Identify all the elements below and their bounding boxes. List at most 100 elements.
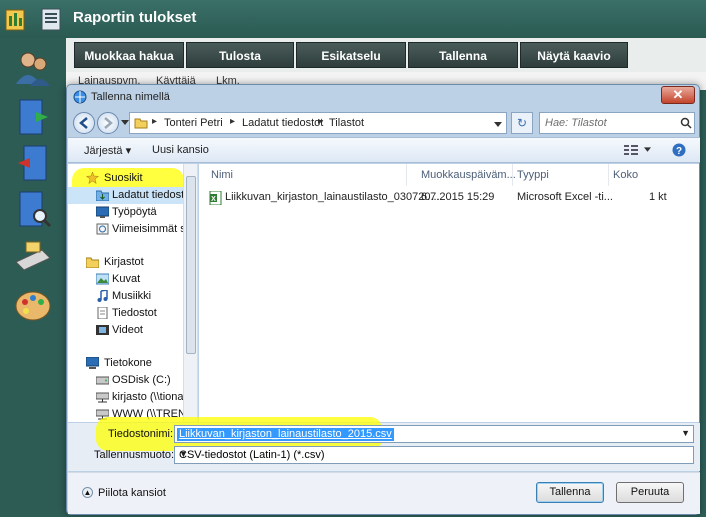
scanner-icon[interactable]	[12, 236, 54, 278]
column-size[interactable]: Koko	[613, 164, 673, 186]
breadcrumb-statistics[interactable]: Tilastot	[329, 117, 364, 129]
users-icon[interactable]	[12, 48, 54, 90]
file-row[interactable]: X Liikkuvan_kirjaston_lainaustilasto_030…	[209, 190, 695, 206]
column-type[interactable]: Tyyppi	[517, 164, 609, 186]
forward-button[interactable]	[97, 112, 119, 134]
chevron-down-icon[interactable]: ▼	[179, 449, 690, 459]
save-as-dialog: Tallenna nimellä ✕ ▸ Tonteri Petri ▸ Lad…	[66, 84, 700, 515]
chevron-down-icon[interactable]	[494, 120, 502, 128]
file-size: 1 kt	[649, 191, 667, 203]
nav-videos[interactable]: Videot	[68, 322, 197, 339]
nav-music[interactable]: Musiikki	[68, 288, 197, 305]
libraries-icon	[86, 257, 99, 268]
nav-network-kirjasto[interactable]: kirjasto (\\tionas2)	[68, 389, 197, 406]
dialog-titlebar: Tallenna nimellä ✕	[67, 85, 699, 109]
filename-input[interactable]: Liikkuvan_kirjaston_lainaustilasto_2015.…	[174, 425, 694, 443]
organize-menu[interactable]: Järjestä ▾	[84, 144, 131, 157]
videos-icon	[96, 325, 109, 335]
nav-downloads[interactable]: Ladatut tiedostot	[68, 187, 197, 204]
chevron-down-icon[interactable]	[644, 147, 651, 153]
nav-label: OSDisk (C:)	[112, 374, 171, 386]
nav-computer[interactable]: Tietokone	[68, 355, 197, 372]
nav-favorites[interactable]: Suosikit	[68, 170, 197, 187]
file-type: Microsoft Excel -ti...	[517, 191, 613, 203]
nav-documents[interactable]: Tiedostot	[68, 305, 197, 322]
star-icon	[86, 172, 99, 184]
filename-label: Tiedostonimi:	[108, 428, 174, 440]
svg-text:X: X	[211, 196, 216, 203]
hide-folders-label: Piilota kansiot	[98, 487, 166, 499]
downloads-folder-icon	[96, 190, 109, 201]
nav-label: Suosikit	[104, 172, 143, 184]
recent-places-icon	[96, 223, 109, 235]
filetype-select[interactable]: CSV-tiedostot (Latin-1) (*.csv) ▼	[174, 446, 694, 464]
nav-label: Ladatut tiedostot	[112, 189, 194, 201]
dialog-footer: ▲ Piilota kansiot Tallenna Peruuta	[68, 472, 700, 514]
nav-scrollbar[interactable]	[183, 164, 197, 422]
refresh-button[interactable]: ↻	[511, 112, 533, 134]
command-bar: Järjestä ▾ Uusi kansio ?	[68, 137, 700, 163]
nav-drive-c[interactable]: OSDisk (C:)	[68, 372, 197, 389]
file-list: Nimi Muokkauspäiväm... Tyyppi Koko X Lii…	[199, 164, 699, 422]
nav-libraries[interactable]: Kirjastot	[68, 254, 197, 271]
nav-label: Tietokone	[104, 357, 152, 369]
report-toolbar: Muokkaa hakua Tulosta Esikatselu Tallenn…	[66, 38, 706, 89]
file-modified: 6.7.2015 15:29	[421, 191, 495, 203]
cancel-button[interactable]: Peruuta	[616, 482, 684, 503]
nav-label: Tiedostot	[112, 307, 157, 319]
address-bar[interactable]: ▸ Tonteri Petri ▸ Ladatut tiedostot ▸ Ti…	[129, 112, 507, 134]
print-button[interactable]: Tulosta	[186, 42, 294, 68]
view-options-icon[interactable]	[624, 144, 638, 156]
left-toolbar	[0, 38, 66, 517]
browser-icon	[73, 90, 87, 104]
save-fields: Tiedostonimi: Liikkuvan_kirjaston_lainau…	[68, 417, 700, 471]
nav-label: Kirjastot	[104, 256, 144, 268]
documents-icon	[97, 307, 108, 319]
breadcrumb-user[interactable]: Tonteri Petri	[164, 117, 223, 129]
computer-icon	[86, 357, 99, 369]
nav-pictures[interactable]: Kuvat	[68, 271, 197, 288]
dialog-title: Tallenna nimellä	[91, 91, 170, 103]
file-name: Liikkuvan_kirjaston_lainaustilasto_03072…	[225, 191, 440, 203]
breadcrumb-downloads[interactable]: Ladatut tiedostot	[242, 117, 323, 129]
column-modified[interactable]: Muokkauspäiväm...	[421, 164, 516, 186]
book-search-icon[interactable]	[12, 188, 54, 230]
book-forward-icon[interactable]	[12, 96, 54, 138]
svg-text:?: ?	[676, 146, 682, 157]
help-icon[interactable]: ?	[672, 143, 686, 157]
nav-label: Työpöytä	[112, 206, 157, 218]
filename-value: Liikkuvan_kirjaston_lainaustilasto_2015.…	[177, 428, 394, 441]
forward-arrow-icon	[104, 117, 113, 129]
app-header: Raportin tulokset	[0, 0, 706, 38]
chevron-down-icon[interactable]: ▼	[681, 428, 690, 438]
network-drive-icon	[96, 392, 109, 403]
back-button[interactable]	[73, 112, 95, 134]
search-placeholder: Hae: Tilastot	[545, 117, 607, 129]
book-return-icon[interactable]	[12, 142, 54, 184]
nav-recent-places[interactable]: Viimeisimmät sijainnit	[68, 221, 197, 238]
save-to-file-button[interactable]: Tallenna tiedostoon	[408, 42, 518, 89]
show-chart-button[interactable]: Näytä kaavio	[520, 42, 628, 68]
new-folder-button[interactable]: Uusi kansio	[152, 144, 209, 156]
breadcrumb-separator: ▸	[152, 116, 158, 127]
palette-icon[interactable]	[12, 284, 54, 326]
scrollbar-thumb[interactable]	[186, 176, 196, 354]
refresh-icon: ↻	[516, 116, 528, 130]
nav-desktop[interactable]: Työpöytä	[68, 204, 197, 221]
collapse-icon: ▲	[82, 487, 93, 498]
back-arrow-icon	[79, 117, 88, 129]
preview-button[interactable]: Esikatselu	[296, 42, 406, 68]
close-button[interactable]: ✕	[661, 86, 695, 104]
filetype-label: Tallennusmuoto:	[94, 449, 175, 461]
save-button[interactable]: Tallenna	[536, 482, 604, 503]
music-icon	[97, 290, 108, 302]
edit-search-button[interactable]: Muokkaa hakua	[74, 42, 184, 68]
pictures-icon	[96, 273, 109, 285]
column-name[interactable]: Nimi	[211, 164, 407, 186]
nav-label: Kuvat	[112, 273, 141, 285]
nav-label: Videot	[112, 324, 143, 336]
recent-locations-icon[interactable]	[121, 118, 129, 126]
search-input[interactable]: Hae: Tilastot	[539, 112, 695, 134]
folder-icon	[134, 118, 148, 129]
navigation-pane: Suosikit Ladatut tiedostot Työpöytä Viim…	[68, 164, 198, 422]
